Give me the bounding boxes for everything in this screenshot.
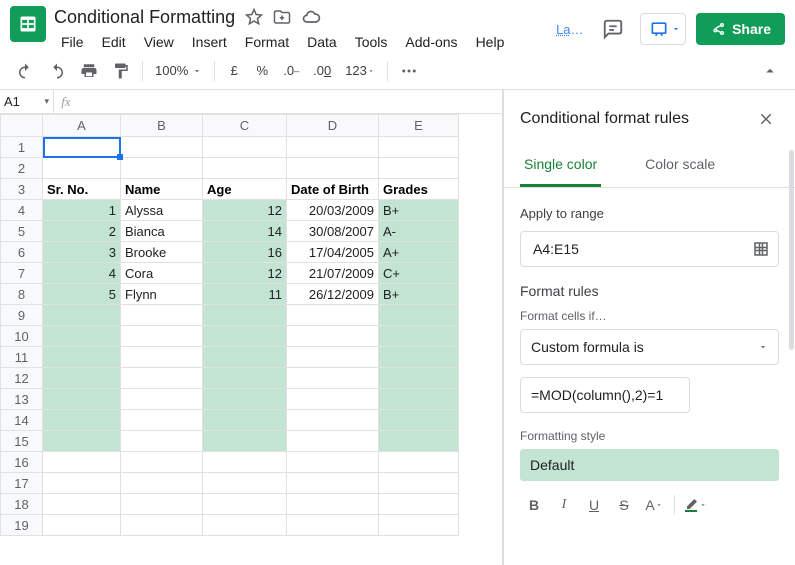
underline-button[interactable]: U: [580, 491, 608, 519]
row-header[interactable]: 16: [1, 452, 43, 473]
row-header[interactable]: 11: [1, 347, 43, 368]
close-icon[interactable]: [753, 106, 779, 132]
row-header[interactable]: 17: [1, 473, 43, 494]
undo-icon[interactable]: [10, 58, 40, 84]
cell-A1[interactable]: [43, 137, 121, 158]
menu-addons[interactable]: Add-ons: [398, 32, 464, 52]
share-label: Share: [732, 21, 771, 37]
cloud-status-icon[interactable]: [301, 7, 321, 27]
tab-single-color[interactable]: Single color: [520, 146, 601, 187]
star-icon[interactable]: [245, 8, 263, 26]
formula-field[interactable]: [531, 387, 679, 403]
row-header[interactable]: 6: [1, 242, 43, 263]
paint-format-icon[interactable]: [106, 58, 136, 84]
separator: [387, 61, 388, 81]
apply-to-range-label: Apply to range: [520, 206, 779, 221]
document-title[interactable]: Conditional Formatting: [54, 7, 235, 28]
row-header[interactable]: 1: [1, 137, 43, 158]
increase-decimal-button[interactable]: .00: [307, 58, 337, 84]
row-header[interactable]: 18: [1, 494, 43, 515]
zoom-select[interactable]: 100%: [149, 59, 208, 82]
range-field[interactable]: [533, 241, 752, 257]
comment-history-icon[interactable]: [596, 12, 630, 46]
bold-button[interactable]: B: [520, 491, 548, 519]
spreadsheet-grid[interactable]: A B C D E 1 2 3Sr. No.NameAgeDate of Bir…: [0, 114, 502, 536]
formatting-style-label: Formatting style: [520, 429, 779, 443]
menu-view[interactable]: View: [137, 32, 181, 52]
fx-icon: fx: [54, 94, 78, 110]
conditional-format-sidebar: Conditional format rules Single color Co…: [503, 90, 795, 565]
col-header-D[interactable]: D: [287, 115, 379, 137]
menu-help[interactable]: Help: [469, 32, 512, 52]
select-all-corner[interactable]: [1, 115, 43, 137]
menubar: File Edit View Insert Format Data Tools …: [54, 32, 556, 52]
row-header[interactable]: 10: [1, 326, 43, 347]
format-rules-label: Format rules: [520, 283, 779, 299]
row-header[interactable]: 13: [1, 389, 43, 410]
last-edit-link[interactable]: Las…: [556, 22, 586, 37]
col-header-E[interactable]: E: [379, 115, 459, 137]
sidebar-scrollbar[interactable]: [789, 90, 795, 565]
menu-file[interactable]: File: [54, 32, 91, 52]
formula-input-box[interactable]: [520, 377, 690, 413]
menu-insert[interactable]: Insert: [185, 32, 234, 52]
menu-tools[interactable]: Tools: [348, 32, 395, 52]
row-header[interactable]: 9: [1, 305, 43, 326]
row-header[interactable]: 14: [1, 410, 43, 431]
present-button[interactable]: [640, 13, 686, 45]
row-header[interactable]: 19: [1, 515, 43, 536]
text-color-button[interactable]: A: [640, 491, 668, 519]
number-format-button[interactable]: 123: [339, 58, 381, 84]
separator: [214, 61, 215, 81]
col-header-A[interactable]: A: [43, 115, 121, 137]
sidebar-title: Conditional format rules: [520, 110, 689, 128]
row-header[interactable]: 8: [1, 284, 43, 305]
strikethrough-button[interactable]: S: [610, 491, 638, 519]
row-header[interactable]: 4: [1, 200, 43, 221]
print-icon[interactable]: [74, 58, 104, 84]
italic-button[interactable]: I: [550, 491, 578, 519]
menu-edit[interactable]: Edit: [95, 32, 133, 52]
format-cells-if-label: Format cells if…: [520, 309, 779, 323]
fill-color-button[interactable]: [681, 491, 709, 519]
decrease-decimal-button[interactable]: .0_: [277, 58, 305, 84]
row-header[interactable]: 3: [1, 179, 43, 200]
range-input[interactable]: [520, 231, 779, 267]
collapse-toolbar-icon[interactable]: [755, 58, 785, 84]
share-button[interactable]: Share: [696, 13, 785, 45]
row-header[interactable]: 5: [1, 221, 43, 242]
tab-color-scale[interactable]: Color scale: [641, 146, 719, 187]
col-header-C[interactable]: C: [203, 115, 287, 137]
redo-icon[interactable]: [42, 58, 72, 84]
name-box[interactable]: A1▾: [0, 90, 54, 113]
toolbar: 100% £ % .0_ .00 123: [0, 52, 795, 90]
style-preview[interactable]: Default: [520, 449, 779, 481]
move-icon[interactable]: [273, 8, 291, 26]
row-header[interactable]: 7: [1, 263, 43, 284]
row-header[interactable]: 12: [1, 368, 43, 389]
separator: [142, 61, 143, 81]
menu-format[interactable]: Format: [238, 32, 296, 52]
row-header[interactable]: 2: [1, 158, 43, 179]
more-toolbar-icon[interactable]: [394, 58, 424, 84]
col-header-B[interactable]: B: [121, 115, 203, 137]
currency-button[interactable]: £: [221, 58, 247, 84]
row-header[interactable]: 15: [1, 431, 43, 452]
rule-type-select[interactable]: Custom formula is: [520, 329, 779, 365]
sheets-logo-icon[interactable]: [10, 6, 46, 42]
grid-select-icon[interactable]: [752, 240, 770, 258]
separator: [674, 495, 675, 515]
percent-button[interactable]: %: [249, 58, 275, 84]
menu-data[interactable]: Data: [300, 32, 344, 52]
